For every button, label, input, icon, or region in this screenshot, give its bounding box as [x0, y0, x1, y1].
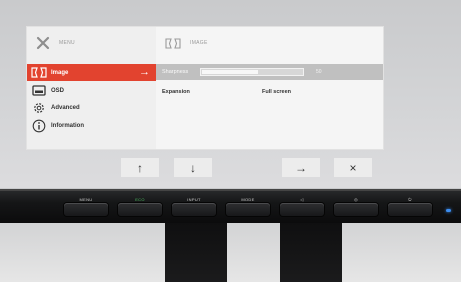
setting-value: 50 [316, 69, 322, 75]
info-icon [27, 117, 51, 134]
sharpness-slider[interactable] [200, 68, 304, 76]
bezel-label-menu: MENU [79, 197, 93, 202]
power-button[interactable] [388, 203, 432, 216]
arrow-right-icon: → [295, 160, 307, 175]
menu-item-advanced[interactable]: Advanced [27, 99, 156, 116]
tools-icon [35, 35, 51, 51]
gear-icon [27, 99, 51, 116]
osd-submenu-title: IMAGE [190, 40, 208, 46]
bezel-label-mode: MODE [241, 197, 255, 202]
menu-item-label: Information [51, 122, 84, 129]
bezel-label-input: INPUT [187, 197, 201, 202]
nav-close-button[interactable]: × [334, 158, 372, 177]
osd-main-menu: MENU Image → OSD Advanced Information [27, 27, 156, 149]
eco-button[interactable] [118, 203, 162, 216]
osd-menu-title: MENU [59, 40, 75, 46]
power-icon: ⏻ [408, 197, 412, 202]
brightness-icon: ◎ [354, 197, 358, 202]
monitor-screen: MENU Image → OSD Advanced Information IM… [0, 0, 461, 188]
image-icon [164, 37, 182, 50]
menu-item-osd[interactable]: OSD [27, 82, 156, 99]
osd-menu-header: MENU [27, 27, 156, 59]
close-icon: × [349, 160, 357, 175]
setting-label: Expansion [162, 89, 190, 95]
osd-submenu-header: IMAGE [156, 27, 383, 59]
osd-submenu: IMAGE Sharpness 50 Expansion Full screen [156, 27, 383, 149]
menu-item-information[interactable]: Information [27, 117, 156, 134]
arrow-down-icon: ↓ [190, 160, 196, 175]
bezel-label-eco: ECO [135, 197, 145, 202]
image-icon [27, 64, 51, 81]
setting-row-expansion[interactable]: Expansion Full screen [156, 84, 383, 100]
osd-icon [27, 82, 51, 99]
stand-left [165, 223, 227, 282]
menu-item-label: Image [51, 69, 69, 76]
menu-item-label: Advanced [51, 104, 80, 111]
menu-button[interactable] [64, 203, 108, 216]
input-button[interactable] [172, 203, 216, 216]
nav-down-button[interactable]: ↓ [174, 158, 212, 177]
brightness-button[interactable] [334, 203, 378, 216]
nav-up-button[interactable]: ↑ [121, 158, 159, 177]
arrow-right-icon: → [139, 66, 150, 78]
arrow-up-icon: ↑ [137, 160, 143, 175]
volume-button[interactable] [280, 203, 324, 216]
power-led [446, 209, 451, 212]
menu-item-image[interactable]: Image → [27, 64, 156, 81]
menu-item-label: OSD [51, 87, 65, 94]
nav-enter-button[interactable]: → [282, 158, 320, 177]
slider-fill [202, 70, 259, 74]
osd-menu: MENU Image → OSD Advanced Information IM… [27, 27, 383, 149]
setting-row-sharpness[interactable]: Sharpness 50 [156, 64, 383, 80]
mode-button[interactable] [226, 203, 270, 216]
stand-right [280, 223, 342, 282]
volume-icon: ◁ [300, 197, 304, 202]
setting-value: Full screen [262, 89, 292, 95]
